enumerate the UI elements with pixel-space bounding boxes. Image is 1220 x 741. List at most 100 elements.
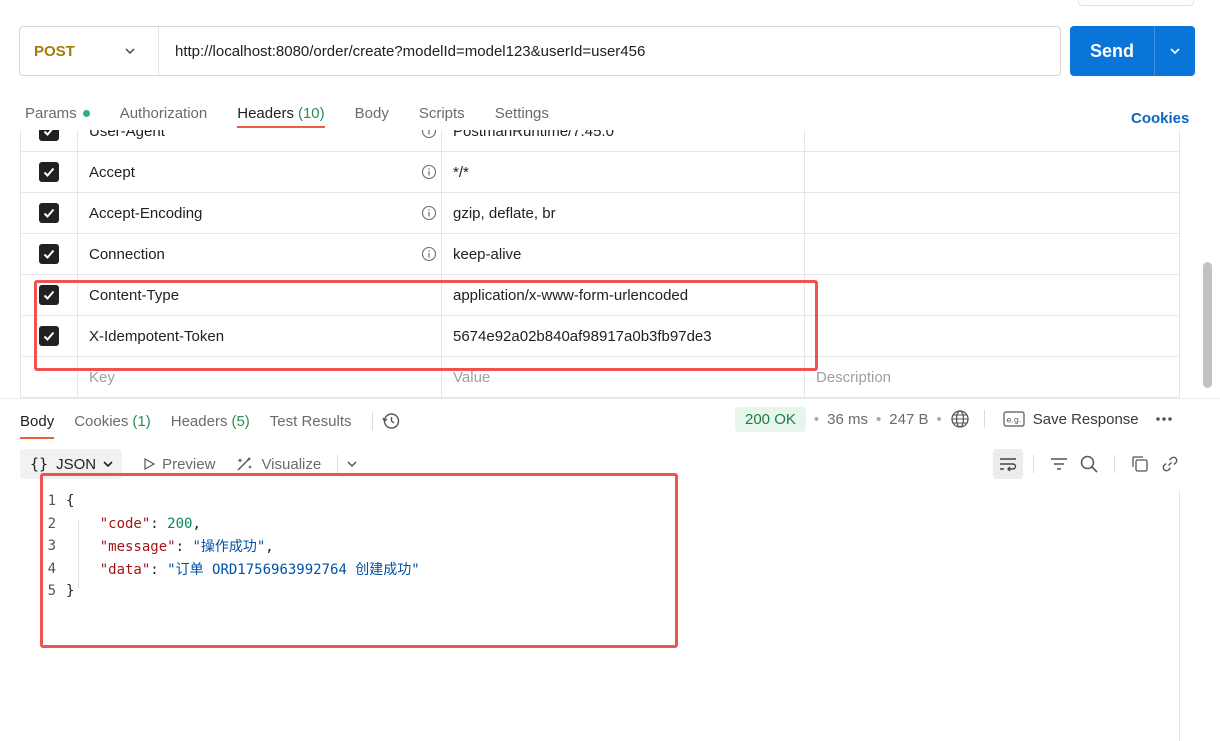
wrap-lines-button[interactable]: [993, 449, 1023, 479]
header-description-cell[interactable]: [805, 275, 1179, 315]
link-button[interactable]: [1155, 449, 1185, 479]
tab-response-headers[interactable]: Headers (5): [171, 407, 250, 435]
checkmark-icon: [43, 208, 55, 218]
info-icon[interactable]: [421, 164, 437, 180]
copy-icon: [1132, 456, 1148, 472]
more-options-icon[interactable]: [1155, 416, 1173, 422]
code-token: 200: [167, 515, 193, 532]
header-key-cell[interactable]: Connection: [78, 234, 442, 274]
tab-response-body[interactable]: Body: [20, 407, 55, 439]
chevron-down-icon[interactable]: [346, 458, 358, 470]
header-key-cell[interactable]: Accept-Encoding: [78, 193, 442, 233]
save-response-button[interactable]: e.g. Save Response: [1003, 410, 1139, 428]
code-line: 1{: [20, 490, 1180, 513]
response-body-viewer[interactable]: 1{2 "code": 200, 3 "message": "操作成功", 4 "d…: [20, 490, 1180, 603]
tab-settings[interactable]: Settings: [495, 98, 549, 128]
table-row: Content-Type application/x-www-form-urle…: [21, 275, 1179, 316]
header-key-cell[interactable]: X-Idempotent-Token: [78, 316, 442, 356]
header-value-cell[interactable]: application/x-www-form-urlencoded: [442, 275, 805, 315]
header-key: Accept: [89, 163, 135, 181]
new-description-input[interactable]: Description: [805, 357, 1179, 397]
header-description-cell[interactable]: [805, 130, 1179, 151]
header-value-cell[interactable]: keep-alive: [442, 234, 805, 274]
header-key-cell[interactable]: User-Agent: [78, 130, 442, 151]
response-size[interactable]: 247 B: [889, 411, 928, 428]
header-value: PostmanRuntime/7.45.0: [453, 130, 614, 140]
tab-headers[interactable]: Headers (10): [237, 98, 326, 128]
method-select[interactable]: POST: [20, 27, 159, 75]
visualize-button[interactable]: Visualize: [235, 454, 321, 474]
tab-body[interactable]: Body: [355, 98, 389, 128]
send-options-button[interactable]: [1154, 26, 1195, 76]
code-token: "操作成功": [192, 539, 266, 556]
preview-label: Preview: [162, 455, 216, 473]
format-select[interactable]: {} JSON: [20, 449, 123, 479]
header-description-cell[interactable]: [805, 152, 1179, 192]
tab-label: Cookies: [74, 412, 129, 430]
header-key: Connection: [89, 245, 165, 263]
history-icon[interactable]: [381, 411, 401, 431]
info-icon[interactable]: [421, 205, 437, 221]
tab-response-cookies[interactable]: Cookies (1): [74, 407, 151, 435]
info-icon[interactable]: [421, 246, 437, 262]
headers-table: User-Agent PostmanRuntime/7.45.0 Accept …: [20, 130, 1180, 398]
row-checkbox[interactable]: [39, 244, 59, 264]
wrap-lines-icon: [1000, 458, 1017, 472]
info-icon[interactable]: [421, 130, 437, 139]
tab-test-results[interactable]: Test Results: [270, 407, 352, 435]
header-description-cell[interactable]: [805, 234, 1179, 274]
search-icon: [1080, 455, 1098, 473]
header-value-cell[interactable]: */*: [442, 152, 805, 192]
tab-scripts[interactable]: Scripts: [419, 98, 465, 128]
new-value-input[interactable]: Value: [442, 357, 805, 397]
header-key-cell[interactable]: Content-Type: [78, 275, 442, 315]
filter-button[interactable]: [1044, 449, 1074, 479]
line-number: 2: [47, 515, 56, 532]
line-number: 5: [47, 583, 56, 600]
table-row: X-Idempotent-Token 5674e92a02b840af98917…: [21, 316, 1179, 357]
header-value-cell[interactable]: 5674e92a02b840af98917a0b3fb97de3: [442, 316, 805, 356]
indent-guide: [78, 520, 79, 588]
header-description-cell[interactable]: [805, 316, 1179, 356]
tab-authorization[interactable]: Authorization: [120, 98, 208, 128]
search-button[interactable]: [1074, 449, 1104, 479]
chevron-down-icon: [125, 48, 135, 55]
copy-button[interactable]: [1125, 449, 1155, 479]
divider: [1033, 455, 1034, 473]
headers-scrollbar-thumb[interactable]: [1203, 262, 1212, 388]
new-key-input[interactable]: Key: [78, 357, 442, 397]
send-button[interactable]: Send: [1070, 26, 1195, 76]
status-badge[interactable]: 200 OK: [735, 406, 806, 432]
top-button-stub[interactable]: [1078, 0, 1194, 6]
header-key: Content-Type: [89, 286, 180, 304]
row-checkbox[interactable]: [39, 285, 59, 305]
viewer-right-border: [1179, 490, 1180, 741]
header-value-cell[interactable]: PostmanRuntime/7.45.0: [442, 130, 805, 151]
code-token: :: [175, 539, 193, 556]
header-key-cell[interactable]: Accept: [78, 152, 442, 192]
row-checkbox[interactable]: [39, 130, 59, 141]
row-check-cell: [21, 275, 78, 315]
separator-dot: •: [813, 410, 820, 428]
row-checkbox[interactable]: [39, 203, 59, 223]
play-icon: [144, 457, 156, 471]
row-checkbox[interactable]: [39, 162, 59, 182]
tab-params[interactable]: Params: [25, 98, 90, 128]
url-input[interactable]: http://localhost:8080/order/create?model…: [159, 43, 645, 60]
tab-label: Headers: [237, 104, 294, 122]
tab-label: Settings: [494, 104, 549, 122]
code-token: }: [66, 583, 75, 600]
response-time[interactable]: 36 ms: [827, 411, 868, 428]
header-value-cell[interactable]: gzip, deflate, br: [442, 193, 805, 233]
globe-icon[interactable]: [950, 409, 970, 429]
preview-button[interactable]: Preview: [142, 456, 215, 473]
code-token: ,: [192, 515, 201, 532]
cookies-link[interactable]: Cookies: [1131, 110, 1189, 127]
row-check-cell: [21, 234, 78, 274]
header-description-cell[interactable]: [805, 193, 1179, 233]
row-checkbox[interactable]: [39, 326, 59, 346]
response-toolbar: {} JSON Preview Visualize: [20, 449, 358, 479]
header-value: 5674e92a02b840af98917a0b3fb97de3: [453, 327, 712, 345]
row-check-cell: [21, 316, 78, 356]
separator-dot: •: [936, 410, 942, 428]
